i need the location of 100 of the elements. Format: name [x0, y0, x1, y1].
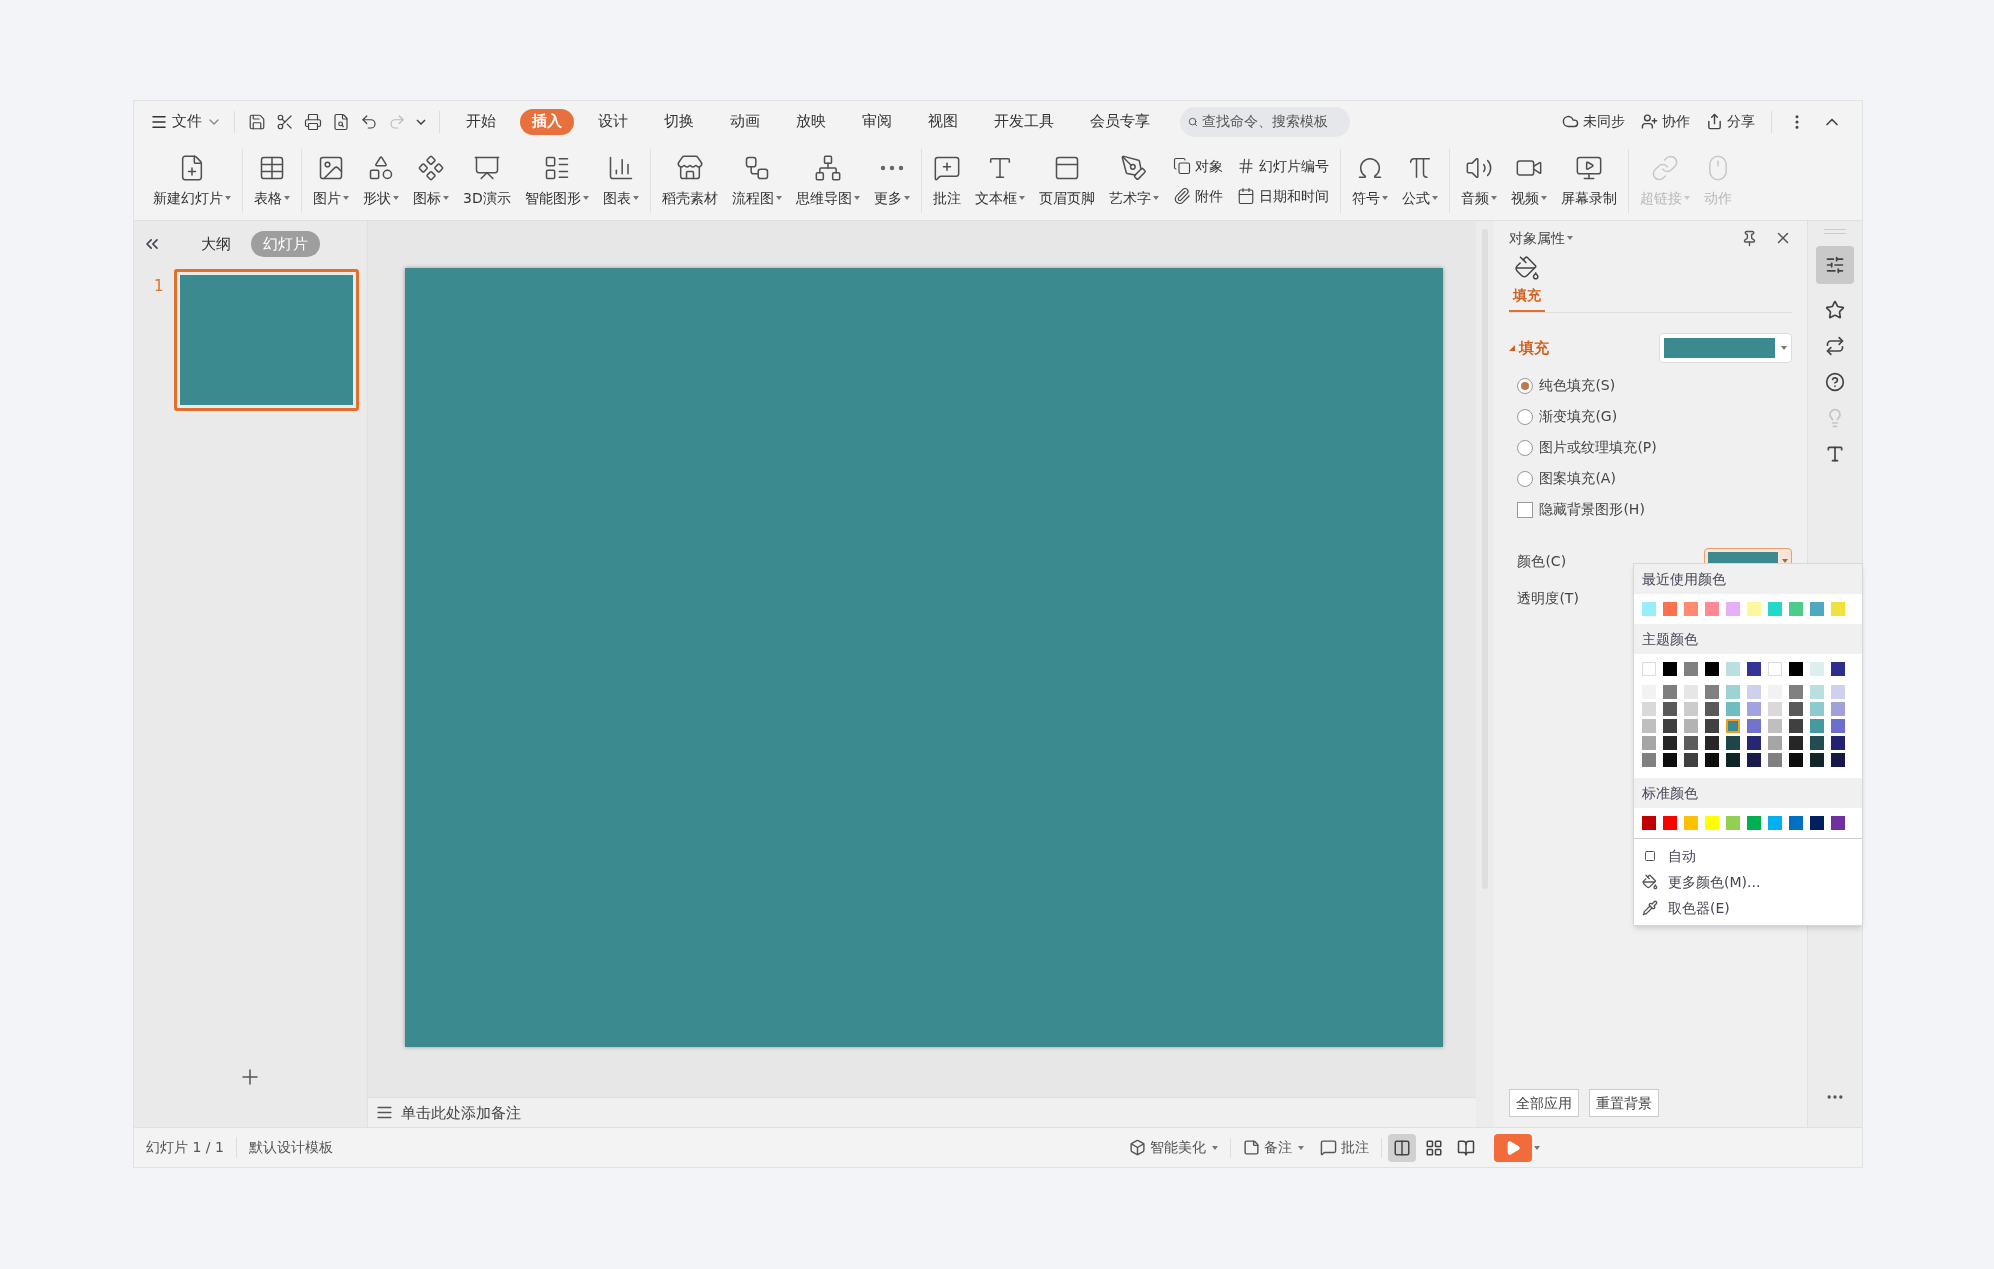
radio-button[interactable] — [1517, 409, 1534, 425]
panel-tab[interactable]: 大纲 — [188, 231, 243, 258]
color-swatch[interactable] — [1831, 702, 1845, 716]
color-swatch[interactable] — [1768, 662, 1782, 676]
color-swatch[interactable] — [1663, 602, 1677, 616]
play-button[interactable] — [1494, 1133, 1532, 1162]
ribbon-tab[interactable]: 视图 — [916, 108, 970, 135]
color-swatch[interactable] — [1663, 685, 1677, 699]
color-swatch[interactable] — [1789, 816, 1803, 830]
ribbon-tab[interactable]: 会员专享 — [1078, 108, 1162, 135]
color-swatch[interactable] — [1810, 816, 1824, 830]
color-swatch[interactable] — [1789, 736, 1803, 750]
color-swatch[interactable] — [1726, 602, 1740, 616]
menu-item[interactable]: 自动 — [1634, 843, 1862, 869]
color-swatch[interactable] — [1810, 702, 1824, 716]
ribbon-button[interactable]: 日期和时间 — [1232, 183, 1333, 210]
title-action[interactable]: 协作 — [1633, 111, 1698, 133]
color-swatch[interactable] — [1684, 662, 1698, 676]
color-swatch[interactable] — [1663, 753, 1677, 767]
ribbon-button[interactable]: 表格 — [247, 146, 297, 217]
color-swatch[interactable] — [1747, 685, 1761, 699]
color-swatch[interactable] — [1705, 602, 1719, 616]
ribbon-button[interactable]: 文本框 — [967, 146, 1032, 217]
color-swatch[interactable] — [1642, 816, 1656, 830]
color-swatch[interactable] — [1684, 685, 1698, 699]
color-swatch[interactable] — [1684, 719, 1698, 733]
color-swatch[interactable] — [1810, 685, 1824, 699]
color-swatch[interactable] — [1663, 736, 1677, 750]
file-menu[interactable]: 文件 — [146, 110, 226, 133]
ribbon-tab[interactable]: 动画 — [718, 108, 772, 135]
color-swatch[interactable] — [1789, 602, 1803, 616]
template-name[interactable]: 默认设计模板 — [236, 1137, 333, 1159]
color-swatch[interactable] — [1663, 816, 1677, 830]
color-swatch[interactable] — [1747, 702, 1761, 716]
ribbon-button[interactable]: 新建幻灯片 — [146, 146, 238, 217]
color-swatch[interactable] — [1789, 685, 1803, 699]
color-swatch[interactable] — [1663, 662, 1677, 676]
ribbon-tab[interactable]: 开始 — [454, 108, 508, 135]
notes-button[interactable]: 备注 — [1235, 1137, 1312, 1159]
color-swatch[interactable] — [1684, 736, 1698, 750]
color-swatch[interactable] — [1831, 816, 1845, 830]
ribbon-button[interactable]: 流程图 — [724, 146, 789, 217]
radio-button[interactable] — [1517, 471, 1534, 487]
ribbon-button[interactable]: 附件 — [1168, 183, 1227, 210]
ribbon-button[interactable]: 形状 — [356, 146, 406, 217]
color-swatch[interactable] — [1768, 702, 1782, 716]
color-swatch[interactable] — [1747, 602, 1761, 616]
color-swatch[interactable] — [1705, 736, 1719, 750]
panel-button[interactable]: 重置背景 — [1589, 1089, 1660, 1118]
color-swatch[interactable] — [1642, 753, 1656, 767]
color-swatch[interactable] — [1768, 816, 1782, 830]
ribbon-button[interactable]: 幻灯片编号 — [1232, 153, 1333, 180]
color-swatch[interactable] — [1831, 736, 1845, 750]
ribbon-button[interactable]: 图表 — [595, 146, 646, 217]
color-swatch[interactable] — [1726, 685, 1740, 699]
ribbon-button[interactable]: 屏幕录制 — [1553, 146, 1624, 217]
color-swatch[interactable] — [1726, 719, 1740, 733]
color-swatch[interactable] — [1747, 816, 1761, 830]
color-swatch[interactable] — [1663, 719, 1677, 733]
ribbon-tab[interactable]: 审阅 — [850, 108, 904, 135]
color-swatch[interactable] — [1684, 816, 1698, 830]
color-swatch[interactable] — [1642, 719, 1656, 733]
ribbon-button[interactable]: 更多 — [866, 146, 917, 217]
color-swatch[interactable] — [1705, 685, 1719, 699]
color-swatch[interactable] — [1810, 753, 1824, 767]
ribbon-button[interactable]: 智能图形 — [517, 146, 596, 217]
checkbox[interactable] — [1517, 502, 1534, 518]
color-swatch[interactable] — [1789, 753, 1803, 767]
ribbon-tab[interactable]: 设计 — [586, 108, 640, 135]
ribbon-button[interactable]: 符号 — [1344, 146, 1395, 217]
color-swatch[interactable] — [1747, 662, 1761, 676]
color-swatch[interactable] — [1642, 702, 1656, 716]
color-swatch[interactable] — [1726, 753, 1740, 767]
title-action[interactable]: 未同步 — [1554, 111, 1633, 133]
search-field[interactable]: 查找命令、搜索模板 — [1180, 106, 1350, 137]
color-swatch[interactable] — [1705, 662, 1719, 676]
color-swatch[interactable] — [1726, 702, 1740, 716]
color-swatch[interactable] — [1768, 719, 1782, 733]
switch-icon[interactable] — [1825, 336, 1846, 357]
color-swatch[interactable] — [1747, 753, 1761, 767]
help-icon[interactable] — [1825, 372, 1846, 393]
color-swatch[interactable] — [1810, 719, 1824, 733]
color-swatch[interactable] — [1831, 602, 1845, 616]
text-icon[interactable] — [1825, 444, 1846, 465]
color-swatch[interactable] — [1831, 685, 1845, 699]
comments-button[interactable]: 批注 — [1312, 1137, 1377, 1159]
color-swatch[interactable] — [1768, 602, 1782, 616]
color-swatch[interactable] — [1684, 702, 1698, 716]
star-icon[interactable] — [1825, 300, 1846, 321]
menu-item[interactable]: 更多颜色(M)... — [1634, 869, 1862, 895]
ribbon-button[interactable]: 音频 — [1453, 146, 1504, 217]
color-swatch[interactable] — [1726, 662, 1740, 676]
ribbon-button[interactable]: 稻壳素材 — [654, 146, 725, 217]
color-swatch[interactable] — [1705, 702, 1719, 716]
fill-color-dropdown[interactable] — [1659, 333, 1793, 364]
color-swatch[interactable] — [1810, 736, 1824, 750]
color-swatch[interactable] — [1684, 753, 1698, 767]
ribbon-button[interactable]: 视频 — [1503, 146, 1554, 217]
color-swatch[interactable] — [1810, 602, 1824, 616]
color-swatch[interactable] — [1642, 736, 1656, 750]
